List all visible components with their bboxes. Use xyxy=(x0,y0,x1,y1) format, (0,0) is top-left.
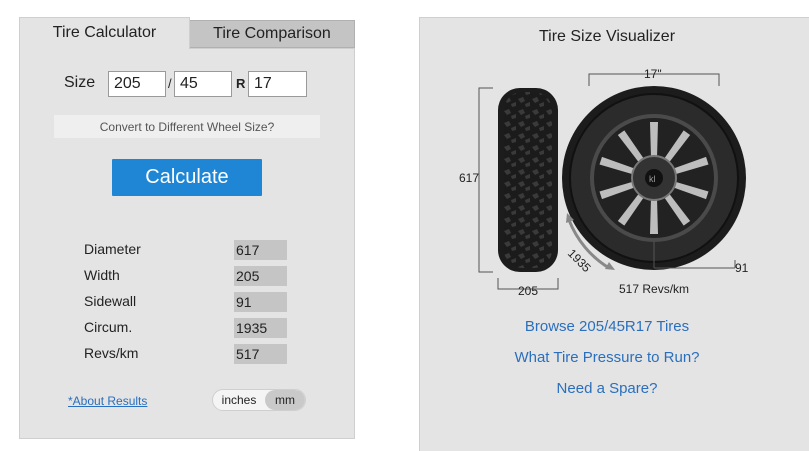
tab-tire-calculator[interactable]: Tire Calculator xyxy=(19,17,190,49)
tire-diagram: 617 205 kl 17" 91 1935 517 Revs/km xyxy=(459,67,749,298)
rim-diameter-input[interactable] xyxy=(248,71,307,97)
svg-text:kl: kl xyxy=(649,174,656,184)
unit-mm-option[interactable]: mm xyxy=(265,390,305,410)
result-label-revs: Revs/km xyxy=(84,345,139,361)
unit-toggle[interactable]: inches mm xyxy=(212,389,306,411)
tab-tire-comparison[interactable]: Tire Comparison xyxy=(189,20,355,48)
diameter-dimension xyxy=(478,87,493,273)
size-slash: / xyxy=(168,76,172,91)
result-value-sidewall: 91 xyxy=(234,292,287,312)
convert-wheel-size-button[interactable]: Convert to Different Wheel Size? xyxy=(54,115,320,138)
unit-inches-option[interactable]: inches xyxy=(213,390,265,410)
result-value-diameter: 617 xyxy=(234,240,287,260)
browse-tires-link[interactable]: Browse 205/45R17 Tires xyxy=(419,318,795,335)
result-value-circumference: 1935 xyxy=(234,318,287,338)
aspect-ratio-input[interactable] xyxy=(174,71,232,97)
result-label-diameter: Diameter xyxy=(84,241,141,257)
need-spare-link[interactable]: Need a Spare? xyxy=(419,380,795,397)
visualizer-title: Tire Size Visualizer xyxy=(538,28,676,45)
result-label-sidewall: Sidewall xyxy=(84,293,137,309)
calculate-button[interactable]: Calculate xyxy=(112,159,262,196)
sidewall-label: 91 xyxy=(735,261,749,275)
tire-side-view xyxy=(498,88,558,272)
rim-r-label: R xyxy=(236,76,246,91)
rim-size-label: 17" xyxy=(644,67,662,81)
revs-per-km-label: 517 Revs/km xyxy=(619,282,689,296)
calculator-panel xyxy=(19,48,355,439)
diameter-label: 617 xyxy=(459,171,479,185)
result-label-width: Width xyxy=(84,267,120,283)
result-value-width: 205 xyxy=(234,266,287,286)
result-value-revs: 517 xyxy=(234,344,287,364)
about-results-link[interactable]: *About Results xyxy=(68,394,147,408)
tire-width-input[interactable] xyxy=(108,71,166,97)
size-label: Size xyxy=(64,74,96,91)
width-label: 205 xyxy=(518,284,538,298)
tire-pressure-link[interactable]: What Tire Pressure to Run? xyxy=(419,349,795,366)
result-label-circumference: Circum. xyxy=(84,319,133,335)
